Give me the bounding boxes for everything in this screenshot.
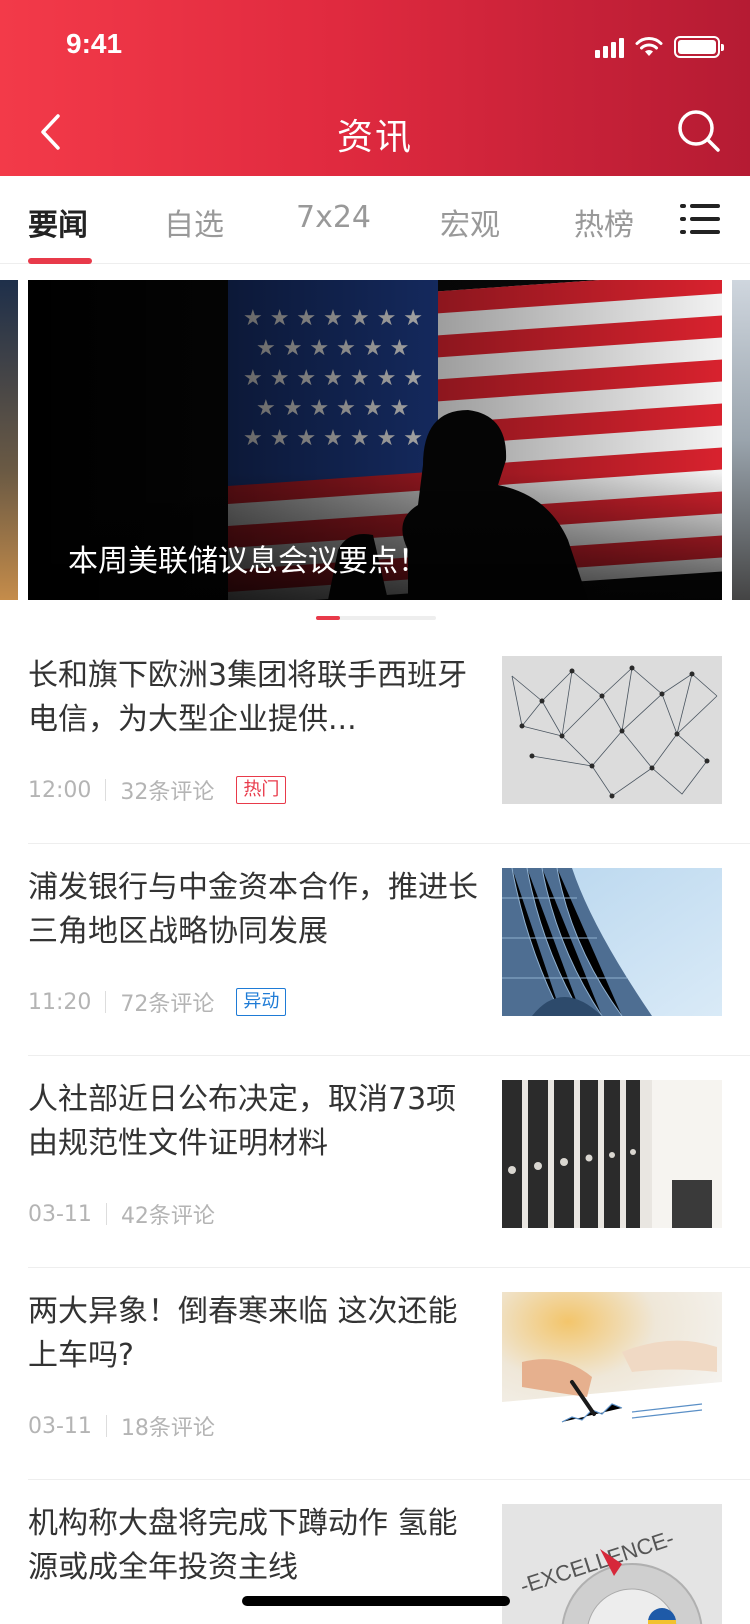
banner-next-peek <box>732 280 750 600</box>
tab-7x24[interactable]: 7x24 <box>296 200 371 235</box>
meta-divider <box>105 1203 107 1225</box>
news-comments: 72条评论 <box>120 992 215 1017</box>
news-comments: 42条评论 <box>120 1204 215 1229</box>
search-button[interactable] <box>676 108 722 154</box>
news-time: 03-11 <box>28 1201 92 1227</box>
signal-icon <box>595 36 624 58</box>
tab-macro[interactable]: 宏观 <box>440 200 500 244</box>
wifi-icon <box>635 37 663 56</box>
news-comments: 18条评论 <box>120 1416 215 1441</box>
news-title: 浦发银行与中金资本合作，推进长三角地区战略协同发展 <box>28 870 478 949</box>
search-icon <box>678 110 720 152</box>
news-thumbnail <box>502 868 722 1016</box>
meta-divider <box>105 991 107 1013</box>
news-title: 长和旗下欧洲3集团将联手西班牙电信，为大型企业提供... <box>28 658 468 737</box>
news-meta: 03-11 18条评论 <box>28 1410 215 1442</box>
news-meta: 03-11 42条评论 <box>28 1198 215 1230</box>
news-item[interactable]: 两大异象！倒春寒来临 这次还能上车吗? 03-11 18条评论 <box>28 1268 750 1480</box>
news-title: 机构称大盘将完成下蹲动作 氢能源或成全年投资主线 <box>28 1506 458 1585</box>
news-item[interactable]: 浦发银行与中金资本合作，推进长三角地区战略协同发展 11:20 72条评论 异动 <box>28 844 750 1056</box>
news-title: 人社部近日公布决定，取消73项由规范性文件证明材料 <box>28 1082 457 1161</box>
news-meta: 12:00 32条评论 热门 <box>28 774 287 806</box>
carousel-active-dot <box>316 616 340 620</box>
carousel-pagination <box>316 616 436 620</box>
news-item[interactable]: 人社部近日公布决定，取消73项由规范性文件证明材料 03-11 42条评论 <box>28 1056 750 1268</box>
news-comments: 32条评论 <box>120 780 215 805</box>
news-time: 03-11 <box>28 1413 92 1439</box>
tab-headlines[interactable]: 要闻 <box>28 200 88 244</box>
meta-divider <box>105 779 107 801</box>
meta-divider <box>105 1415 107 1437</box>
page-title: 资讯 <box>336 117 413 158</box>
hot-badge: 热门 <box>236 776 287 804</box>
news-meta: 11:20 72条评论 异动 <box>28 986 287 1018</box>
news-thumbnail <box>502 1292 722 1440</box>
news-time: 11:20 <box>28 989 92 1015</box>
battery-icon <box>674 36 724 58</box>
tab-hot-list[interactable]: 热榜 <box>574 200 634 244</box>
tab-active-indicator <box>28 258 92 264</box>
tab-watchlist[interactable]: 自选 <box>164 200 224 244</box>
status-icons <box>595 34 724 58</box>
news-list: 长和旗下欧洲3集团将联手西班牙电信，为大型企业提供... 12:00 32条评论… <box>0 632 750 1624</box>
banner-carousel[interactable]: ★ ★ ★ ★ ★ ★ ★ ★ ★ ★ ★ ★ ★ ★ ★ ★ ★ ★ ★ ★ … <box>0 280 750 600</box>
status-time: 9:41 <box>66 28 123 59</box>
news-title: 两大异象！倒春寒来临 这次还能上车吗? <box>28 1294 458 1373</box>
banner-prev-peek <box>0 280 18 600</box>
banner-caption: 本周美联储议息会议要点！ <box>68 544 428 579</box>
home-indicator <box>242 1596 510 1606</box>
news-thumbnail <box>502 656 722 804</box>
banner-slide[interactable]: ★ ★ ★ ★ ★ ★ ★ ★ ★ ★ ★ ★ ★ ★ ★ ★ ★ ★ ★ ★ … <box>28 280 722 600</box>
list-menu-icon[interactable] <box>680 202 720 236</box>
news-time: 12:00 <box>28 777 92 803</box>
movement-badge: 异动 <box>236 988 287 1016</box>
news-item[interactable]: 长和旗下欧洲3集团将联手西班牙电信，为大型企业提供... 12:00 32条评论… <box>28 632 750 844</box>
news-thumbnail <box>502 1080 722 1228</box>
category-tabs: 要闻 自选 7x24 宏观 热榜 <box>0 176 750 264</box>
app-header: 9:41 资讯 <box>0 0 750 176</box>
news-thumbnail: -EXCELLENCE- <box>502 1504 722 1624</box>
